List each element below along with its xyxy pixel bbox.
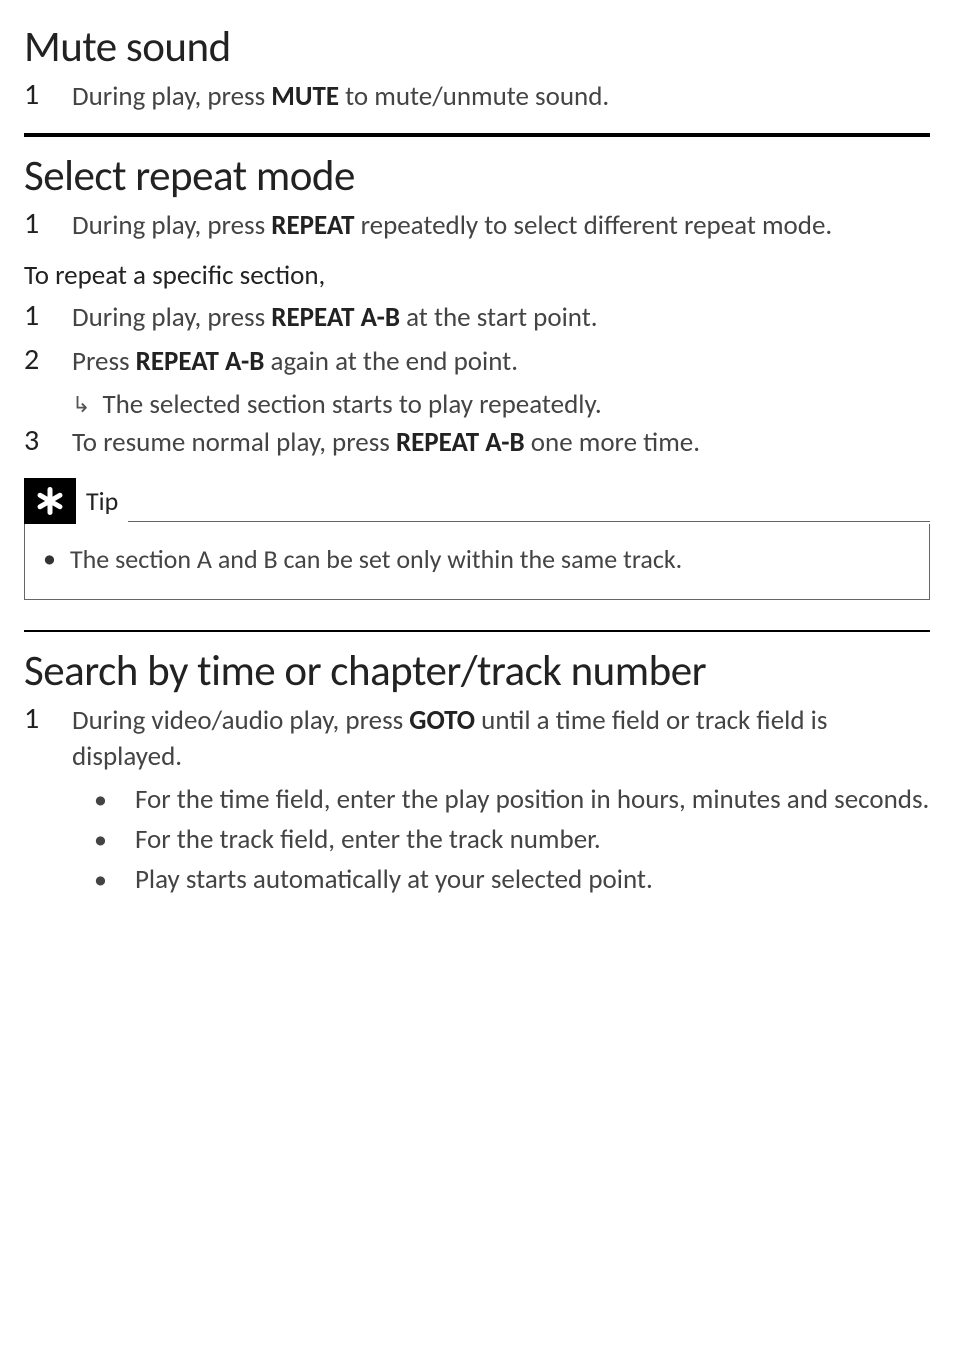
- step-repeat-1: 1 During play, press REPEAT repeatedly t…: [24, 206, 930, 244]
- text-bold-repeat-ab: REPEAT A-B: [271, 301, 400, 334]
- bullet-text: For the track field, enter the track num…: [135, 822, 930, 858]
- bullet-dot: •: [94, 862, 107, 897]
- step-text: During video/audio play, press GOTO unti…: [72, 701, 930, 776]
- text-suffix: at the start point.: [400, 301, 598, 334]
- bullet-text: Play starts automatically at your select…: [135, 862, 930, 898]
- text-bold-repeat-ab: REPEAT A-B: [396, 426, 525, 459]
- step-search-1: 1 During video/audio play, press GOTO un…: [24, 701, 930, 776]
- step-text: Press REPEAT A-B again at the end point.: [72, 342, 930, 380]
- tip-header: Tip: [24, 478, 930, 524]
- heading-search: Search by time or chapter/track number: [24, 644, 930, 697]
- bullet-dot: •: [94, 782, 107, 817]
- step-repeat-section-3: 3 To resume normal play, press REPEAT A-…: [24, 423, 930, 461]
- tip-callout: Tip • The section A and B can be set onl…: [24, 478, 930, 600]
- text-suffix: again at the end point.: [264, 345, 518, 378]
- text-prefix: During video/audio play, press: [72, 704, 409, 737]
- text-prefix: Press: [72, 345, 136, 378]
- result-arrow-icon: ↳: [72, 391, 90, 418]
- tip-icon: [24, 478, 76, 524]
- step-repeat-section-2: 2 Press REPEAT A-B again at the end poin…: [24, 342, 930, 380]
- section-search: Search by time or chapter/track number 1…: [24, 644, 930, 899]
- subheading-repeat-section: To repeat a specific section,: [24, 259, 930, 292]
- text-bold-mute: MUTE: [271, 80, 339, 113]
- section-repeat-mode: Select repeat mode 1 During play, press …: [24, 149, 930, 599]
- asterisk-icon: [32, 483, 68, 519]
- text-prefix: During play, press: [72, 80, 271, 113]
- step-text: During play, press REPEAT repeatedly to …: [72, 206, 930, 244]
- text-suffix: one more time.: [525, 426, 700, 459]
- sub-bullet-3: • Play starts automatically at your sele…: [72, 862, 930, 898]
- bullet-dot: •: [43, 542, 56, 576]
- tip-header-line: [128, 521, 930, 522]
- step-result: ↳ The selected section starts to play re…: [72, 387, 930, 423]
- step-number: 1: [24, 701, 72, 737]
- section-divider: [24, 630, 930, 632]
- text-prefix: During play, press: [72, 301, 271, 334]
- step-text: During play, press MUTE to mute/unmute s…: [72, 77, 930, 115]
- text-prefix: During play, press: [72, 209, 271, 242]
- result-text: The selected section starts to play repe…: [102, 387, 601, 423]
- sub-bullet-2: • For the track field, enter the track n…: [72, 822, 930, 858]
- bullet-dot: •: [94, 822, 107, 857]
- heading-mute-sound: Mute sound: [24, 20, 930, 73]
- step-number: 3: [24, 423, 72, 459]
- bullet-text: For the time field, enter the play posit…: [135, 782, 930, 818]
- text-bold-goto: GOTO: [409, 704, 475, 737]
- step-repeat-section-1: 1 During play, press REPEAT A-B at the s…: [24, 298, 930, 336]
- tip-text: The section A and B can be set only with…: [70, 542, 682, 577]
- step-number: 1: [24, 206, 72, 242]
- text-prefix: To resume normal play, press: [72, 426, 396, 459]
- text-suffix: repeatedly to select different repeat mo…: [354, 209, 832, 242]
- text-suffix: to mute/unmute sound.: [339, 80, 609, 113]
- heading-repeat-mode: Select repeat mode: [24, 149, 930, 202]
- sub-bullet-1: • For the time field, enter the play pos…: [72, 782, 930, 818]
- tip-bullet: • The section A and B can be set only wi…: [43, 542, 915, 577]
- step-text: During play, press REPEAT A-B at the sta…: [72, 298, 930, 336]
- step-number: 1: [24, 77, 72, 113]
- step-number: 2: [24, 342, 72, 378]
- text-bold-repeat: REPEAT: [271, 209, 354, 242]
- search-sub-bullets: • For the time field, enter the play pos…: [72, 782, 930, 899]
- text-bold-repeat-ab: REPEAT A-B: [136, 345, 265, 378]
- tip-body: • The section A and B can be set only wi…: [24, 524, 930, 600]
- section-divider: [24, 133, 930, 137]
- step-number: 1: [24, 298, 72, 334]
- step-text: To resume normal play, press REPEAT A-B …: [72, 423, 930, 461]
- section-mute-sound: Mute sound 1 During play, press MUTE to …: [24, 20, 930, 115]
- step-mute-1: 1 During play, press MUTE to mute/unmute…: [24, 77, 930, 115]
- tip-label: Tip: [86, 485, 118, 517]
